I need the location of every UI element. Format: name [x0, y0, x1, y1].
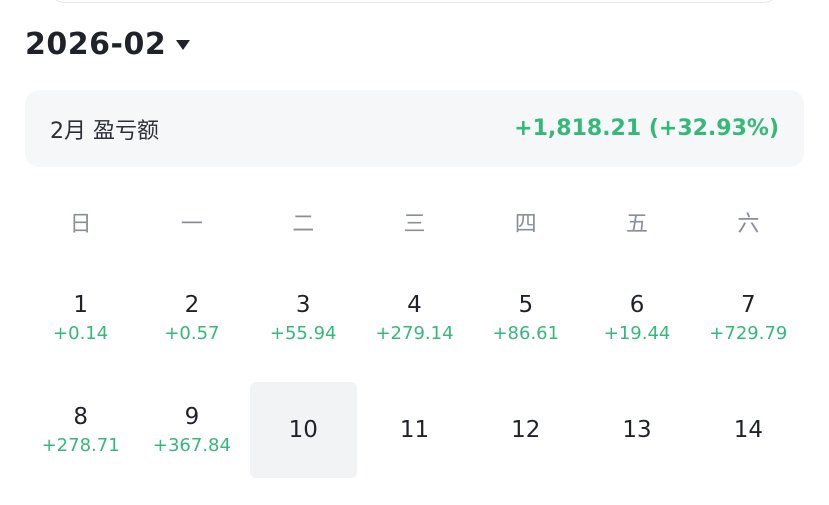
weekday-fri: 五: [626, 212, 649, 237]
day-pnl: +0.57: [164, 323, 220, 344]
day-cell[interactable]: 9 +367.84: [138, 382, 245, 478]
day-cell[interactable]: 5 +86.61: [472, 270, 579, 366]
month-title: 2026-02: [25, 26, 167, 62]
weekday-sat: 六: [737, 212, 760, 237]
calendar-grid: 1 +0.14 2 +0.57 3 +55.94 4 +279.14 5 +86…: [25, 270, 804, 478]
day-cell[interactable]: 14: [695, 382, 802, 478]
day-number: 5: [518, 292, 534, 318]
day-cell[interactable]: 7 +729.79: [695, 270, 802, 366]
day-number: 11: [399, 417, 430, 443]
caret-down-icon: [176, 40, 191, 50]
day-pnl: +278.71: [41, 435, 120, 456]
weekday-tue: 二: [292, 212, 315, 237]
weekday-wed: 三: [403, 212, 426, 237]
day-number: 6: [629, 292, 645, 318]
day-pnl: +729.79: [709, 323, 788, 344]
day-number: 4: [407, 292, 422, 318]
weekday-header: 日 一 二 三 四 五 六: [25, 205, 804, 245]
day-pnl: +19.44: [603, 323, 671, 344]
weekday-sun: 日: [69, 212, 92, 237]
day-number: 10: [288, 417, 318, 443]
day-cell[interactable]: 1 +0.14: [27, 270, 134, 366]
day-number: 8: [73, 404, 88, 430]
day-cell[interactable]: 8 +278.71: [27, 382, 134, 478]
day-pnl: +279.14: [375, 323, 454, 344]
day-cell[interactable]: 12: [472, 382, 579, 478]
day-number: 7: [741, 292, 756, 318]
monthly-pnl-card: 2月 盈亏额 +1,818.21 (+32.93%): [25, 90, 804, 167]
day-cell[interactable]: 11: [361, 382, 468, 478]
weekday-mon: 一: [180, 212, 203, 237]
day-number: 12: [511, 417, 541, 443]
monthly-pnl-label: 2月 盈亏额: [50, 118, 159, 144]
day-pnl: +55.94: [269, 323, 337, 344]
monthly-pnl-value: +1,818.21 (+32.93%): [514, 116, 779, 141]
day-number: 3: [295, 292, 311, 318]
weekday-thu: 四: [514, 212, 537, 237]
day-number: 1: [73, 292, 88, 318]
day-number: 9: [184, 404, 200, 430]
day-cell[interactable]: 6 +19.44: [583, 270, 690, 366]
day-pnl: +367.84: [152, 435, 231, 456]
day-cell[interactable]: 4 +279.14: [361, 270, 468, 366]
day-cell[interactable]: 2 +0.57: [138, 270, 245, 366]
day-cell[interactable]: 13: [583, 382, 690, 478]
previous-card-edge: [50, 0, 778, 3]
day-pnl: +86.61: [492, 323, 560, 344]
day-cell[interactable]: 3 +55.94: [250, 270, 357, 366]
day-pnl: +0.14: [53, 323, 109, 344]
day-number: 14: [733, 417, 763, 443]
day-number: 2: [184, 292, 200, 318]
month-selector[interactable]: 2026-02: [25, 24, 191, 64]
day-cell-today[interactable]: 10: [249, 382, 357, 478]
day-number: 13: [622, 417, 652, 443]
